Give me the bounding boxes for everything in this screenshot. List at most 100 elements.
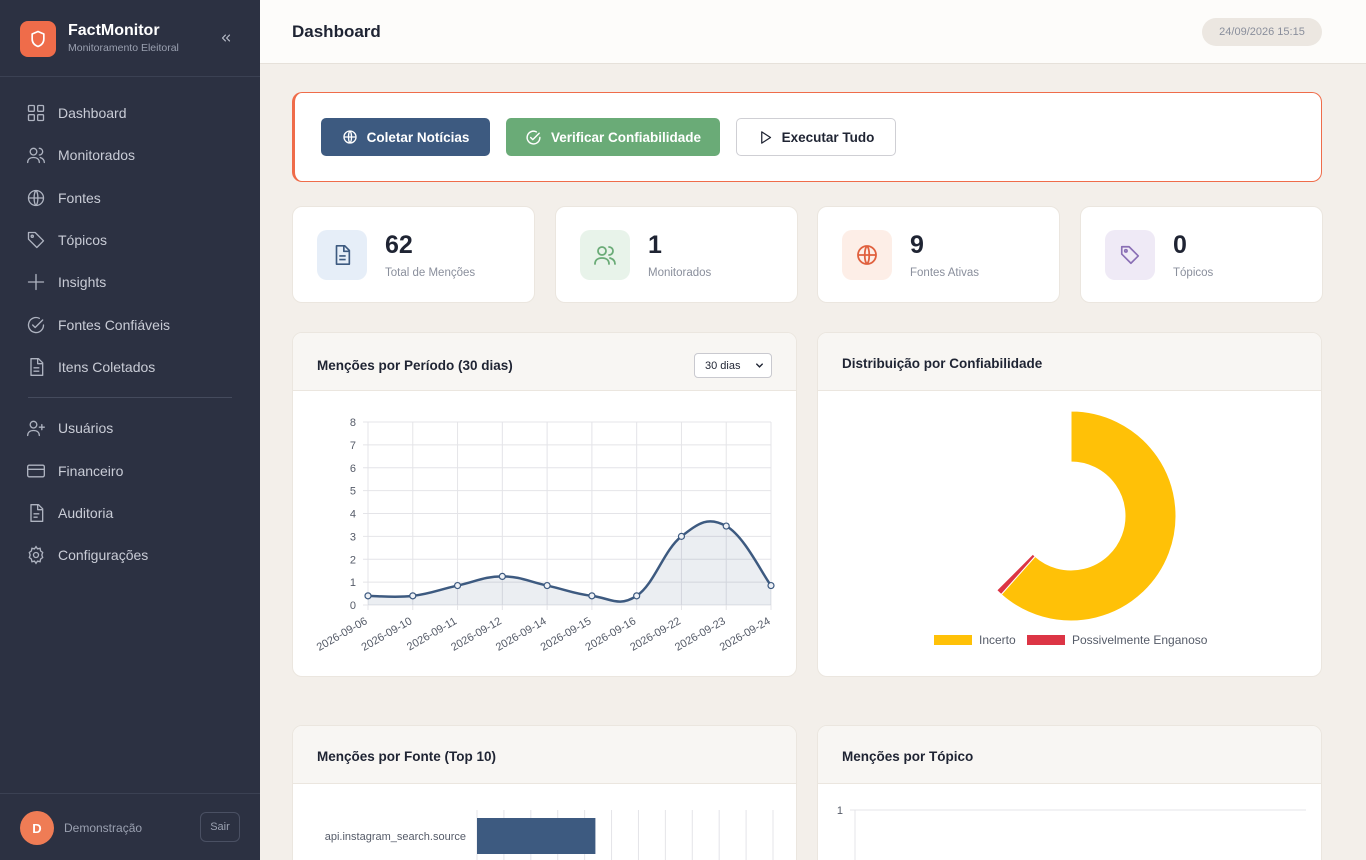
run-all-label: Executar Tudo <box>781 129 875 145</box>
avatar: D <box>20 811 54 845</box>
document-icon <box>25 356 47 378</box>
sidebar-item-label: Configurações <box>58 547 149 563</box>
sidebar-item-label: Financeiro <box>58 463 124 479</box>
y-tick-label: 7 <box>350 440 356 452</box>
check-circle-icon <box>25 314 47 336</box>
sidebar-item-financeiro[interactable]: Financeiro <box>16 452 244 490</box>
sidebar-item-insights[interactable]: Insights <box>16 263 244 301</box>
stat-card-topics: 0 Tópicos <box>1080 206 1323 303</box>
sidebar-item-fontes[interactable]: Fontes <box>16 179 244 217</box>
sidebar-footer: D Demonstração Sair <box>0 793 260 860</box>
stat-card-sources: 9 Fontes Ativas <box>817 206 1060 303</box>
stat-value: 62 <box>385 231 413 259</box>
play-icon <box>760 130 771 144</box>
stat-value: 0 <box>1173 231 1187 259</box>
mentions-line-chart: 0123456782026-09-062026-09-102026-09-112… <box>315 417 775 654</box>
bar <box>477 818 596 854</box>
data-point <box>364 592 372 600</box>
data-point <box>677 532 686 540</box>
stat-label: Total de Menções <box>385 267 476 279</box>
sidebar-item-label: Fontes Confiáveis <box>58 317 171 333</box>
y-tick-label: api.instagram_search.source <box>325 831 466 843</box>
globe-icon <box>342 130 357 144</box>
sidebar-item-topicos[interactable]: Tópicos <box>16 221 244 259</box>
sidebar-item-dashboard[interactable]: Dashboard <box>16 94 244 132</box>
source-bar-chart: api.instagram_search.source <box>325 810 774 860</box>
topic-bar-chart: 1 <box>837 805 1306 860</box>
sidebar-item-configuracoes[interactable]: Configurações <box>16 536 244 574</box>
gear-icon <box>25 544 47 566</box>
data-point <box>498 572 506 581</box>
page-title: Dashboard <box>292 22 381 41</box>
stat-card-monitored: 1 Monitorados <box>555 206 798 303</box>
run-all-button[interactable]: Executar Tudo <box>736 118 896 156</box>
collect-news-label: Coletar Notícias <box>366 129 470 145</box>
y-tick-label: 5 <box>350 486 356 498</box>
legend-label: Incerto <box>979 633 1016 647</box>
mentions-by-topic-panel: Menções por Tópico 1 <box>817 725 1322 860</box>
sidebar-item-label: Dashboard <box>58 105 127 121</box>
x-tick-label: 2026-09-10 <box>360 615 415 654</box>
verify-reliability-label: Verificar Confiabilidade <box>550 129 702 145</box>
tag-icon <box>25 229 47 251</box>
legend-swatch <box>934 635 972 645</box>
users-icon <box>580 230 630 280</box>
stat-value: 9 <box>910 231 924 259</box>
shield-logo-icon <box>20 21 56 57</box>
stat-label: Fontes Ativas <box>910 267 980 279</box>
mentions-by-source-panel: Menções por Fonte (Top 10) api.instagram… <box>292 725 797 860</box>
sidebar-item-label: Monitorados <box>58 147 136 163</box>
data-point <box>767 581 775 590</box>
users-icon <box>25 144 47 166</box>
chevrons-left-icon <box>221 34 231 42</box>
sidebar-item-auditoria[interactable]: Auditoria <box>16 494 244 532</box>
stat-label: Tópicos <box>1173 267 1214 279</box>
top-header: Dashboard 24/09/2026 15:15 <box>260 0 1366 64</box>
reliability-pie-chart: Incerto Possivelmente Enganoso <box>934 410 1208 647</box>
y-tick-label: 6 <box>350 463 356 475</box>
y-tick-label: 1 <box>837 805 843 817</box>
brand: FactMonitor Monitoramento Eleitoral <box>20 20 240 60</box>
sidebar-item-fontes-confiaveis[interactable]: Fontes Confiáveis <box>16 306 244 344</box>
sidebar: FactMonitor Monitoramento Eleitoral Dash… <box>0 0 260 860</box>
file-text-icon <box>25 502 47 524</box>
data-point <box>543 581 551 590</box>
sidebar-item-label: Tópicos <box>58 232 108 248</box>
sidebar-item-label: Fontes <box>58 190 101 206</box>
sidebar-item-monitorados[interactable]: Monitorados <box>16 136 244 174</box>
y-tick-label: 0 <box>350 600 356 612</box>
grid-icon <box>25 102 47 124</box>
x-tick-label: 2026-09-24 <box>718 615 773 654</box>
sidebar-item-label: Insights <box>58 274 107 290</box>
datetime-badge: 24/09/2026 15:15 <box>1202 18 1322 46</box>
user-name: Demonstração <box>64 821 143 835</box>
stat-label: Monitorados <box>648 267 712 279</box>
globe-icon <box>25 187 47 209</box>
collapse-sidebar-button[interactable] <box>216 28 236 48</box>
collect-news-button[interactable]: Coletar Notícias <box>321 118 490 156</box>
stat-value: 1 <box>648 231 662 259</box>
credit-card-icon <box>25 460 47 482</box>
sidebar-item-label: Itens Coletados <box>58 359 156 375</box>
nav-divider <box>28 397 232 398</box>
tag-icon <box>1105 230 1155 280</box>
sidebar-divider <box>0 76 260 77</box>
data-point <box>409 592 417 600</box>
app-subtitle: Monitoramento Eleitoral <box>68 42 179 54</box>
pie-slice <box>1000 410 1177 622</box>
sidebar-item-itens-coletados[interactable]: Itens Coletados <box>16 348 244 386</box>
globe-icon <box>842 230 892 280</box>
data-point <box>588 592 596 600</box>
stat-card-mentions: 62 Total de Menções <box>292 206 535 303</box>
y-tick-label: 2 <box>350 554 356 566</box>
app-name: FactMonitor <box>68 22 160 39</box>
sidebar-item-usuarios[interactable]: Usuários <box>16 409 244 447</box>
verify-reliability-button[interactable]: Verificar Confiabilidade <box>506 118 720 156</box>
check-circle-icon <box>526 130 541 145</box>
user-plus-icon <box>25 417 47 439</box>
logout-button[interactable]: Sair <box>200 812 240 842</box>
legend-swatch <box>1027 635 1065 645</box>
action-bar: Coletar Notícias Verificar Confiabilidad… <box>292 92 1322 182</box>
y-tick-label: 3 <box>350 531 356 543</box>
data-point <box>453 581 462 590</box>
